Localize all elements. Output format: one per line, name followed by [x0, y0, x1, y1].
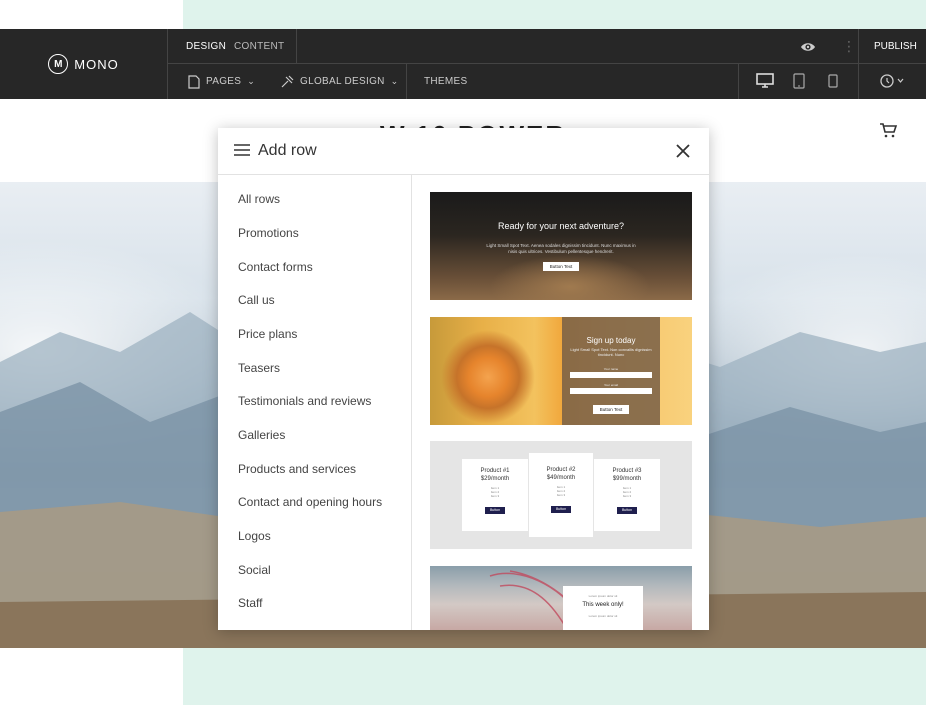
product-feature: Item 3: [490, 494, 500, 498]
logo-mark-icon: M: [48, 54, 69, 74]
logo[interactable]: M MONO: [0, 29, 168, 99]
product-name: Product #3: [612, 468, 642, 474]
global-design-menu[interactable]: GLOBAL DESIGN ⌄: [280, 64, 399, 99]
category-products-services[interactable]: Products and services: [238, 462, 356, 476]
product-feature: Item 3: [622, 494, 632, 498]
preview-subtitle: Light Small Spot Text. Non convallis dig…: [570, 347, 652, 357]
divider: [406, 64, 407, 99]
row-preview-promo[interactable]: Lorem ipsum dolor sit This week only! Lo…: [430, 566, 692, 630]
preview-button: Button Text: [543, 262, 579, 271]
white-margin: [0, 647, 183, 705]
preview-button: Button Text: [593, 405, 629, 414]
category-price-plans[interactable]: Price plans: [238, 327, 297, 341]
chevron-down-icon: ⌄: [390, 76, 399, 86]
global-design-label: GLOBAL DESIGN: [300, 76, 385, 87]
preview-subtitle: Light Small Spot Text. Aenea sodales dig…: [486, 243, 636, 254]
price-card: Product #1 $29/month Item 1 Item 2 Item …: [462, 459, 528, 531]
promo-card: Lorem ipsum dolor sit This week only! Lo…: [563, 586, 643, 630]
email-label: Your email: [603, 383, 619, 387]
product-button: Button: [551, 506, 571, 513]
promo-title: This week only!: [582, 602, 624, 608]
page-icon: [188, 74, 200, 89]
tablet-icon[interactable]: [793, 73, 805, 89]
promo-small-text: Lorem ipsum dolor sit: [588, 614, 618, 618]
category-staff[interactable]: Staff: [238, 596, 262, 610]
desktop-icon[interactable]: [756, 73, 774, 89]
category-call-us[interactable]: Call us: [238, 293, 275, 307]
mobile-icon[interactable]: [828, 73, 838, 89]
product-name: Product #1: [480, 468, 510, 474]
category-teasers[interactable]: Teasers: [238, 361, 280, 375]
signup-card: Sign up today Light Small Spot Text. Non…: [562, 317, 660, 425]
category-promotions[interactable]: Promotions: [238, 226, 299, 240]
history-icon[interactable]: [878, 73, 904, 89]
more-vertical-icon[interactable]: ⋮: [842, 38, 856, 54]
divider: [858, 64, 859, 99]
drink-illustration: [438, 327, 548, 425]
category-contact-forms[interactable]: Contact forms: [238, 260, 313, 274]
row-preview-pricing[interactable]: Product #1 $29/month Item 1 Item 2 Item …: [430, 441, 692, 549]
product-button: Button: [485, 507, 505, 514]
divider: [738, 64, 739, 99]
category-contact-hours[interactable]: Contact and opening hours: [238, 495, 382, 509]
category-logos[interactable]: Logos: [238, 529, 271, 543]
paint-icon: [281, 75, 294, 87]
toolbar-top-row: DESIGN CONTENT ⋮ PUBLISH: [168, 29, 926, 64]
product-name: Product #2: [546, 467, 576, 473]
dialog-title: Add row: [258, 142, 317, 159]
cart-icon[interactable]: [878, 120, 898, 140]
tab-design[interactable]: DESIGN: [186, 29, 226, 64]
price-card: Product #3 $99/month Item 1 Item 2 Item …: [594, 459, 660, 531]
product-button: Button: [617, 507, 637, 514]
name-field: [570, 372, 652, 378]
toolbar-bottom-row: PAGES ⌄ GLOBAL DESIGN ⌄ THEMES: [168, 64, 926, 99]
close-icon[interactable]: [675, 143, 691, 159]
category-testimonials[interactable]: Testimonials and reviews: [238, 394, 371, 408]
email-field: [570, 388, 652, 394]
divider: [858, 29, 859, 64]
name-label: Your name: [603, 367, 619, 371]
hamburger-icon[interactable]: [234, 144, 250, 156]
divider: [296, 29, 297, 64]
product-price: $29/month: [480, 476, 510, 482]
add-row-dialog: Add row All rows Promotions Contact form…: [218, 128, 709, 630]
row-preview-adventure[interactable]: Ready for your next adventure? Light Sma…: [430, 192, 692, 300]
product-price: $99/month: [612, 476, 642, 482]
publish-button[interactable]: PUBLISH: [874, 29, 917, 64]
row-category-list: All rows Promotions Contact forms Call u…: [218, 175, 412, 630]
preview-title: Ready for your next adventure?: [497, 221, 625, 231]
category-social[interactable]: Social: [238, 563, 271, 577]
product-price: $49/month: [546, 475, 576, 481]
pages-menu[interactable]: PAGES ⌄: [188, 64, 255, 99]
chevron-down-icon: ⌄: [247, 76, 256, 86]
editor-toolbar: M MONO DESIGN CONTENT ⋮ PUBLISH PAGES ⌄ …: [0, 29, 926, 99]
tab-content[interactable]: CONTENT: [234, 29, 284, 64]
dialog-header: Add row: [218, 128, 709, 175]
eye-icon[interactable]: [800, 40, 816, 54]
product-feature: Item 3: [556, 493, 566, 497]
logo-text: MONO: [74, 56, 119, 72]
category-all-rows[interactable]: All rows: [238, 192, 280, 206]
promo-small-text: Lorem ipsum dolor sit: [588, 594, 618, 598]
category-galleries[interactable]: Galleries: [238, 428, 285, 442]
preview-title: Sign up today: [586, 336, 636, 345]
themes-menu[interactable]: THEMES: [424, 64, 467, 99]
pages-label: PAGES: [206, 76, 242, 87]
row-preview-signup[interactable]: Sign up today Light Small Spot Text. Non…: [430, 317, 692, 425]
price-card: Product #2 $49/month Item 1 Item 2 Item …: [529, 453, 593, 537]
